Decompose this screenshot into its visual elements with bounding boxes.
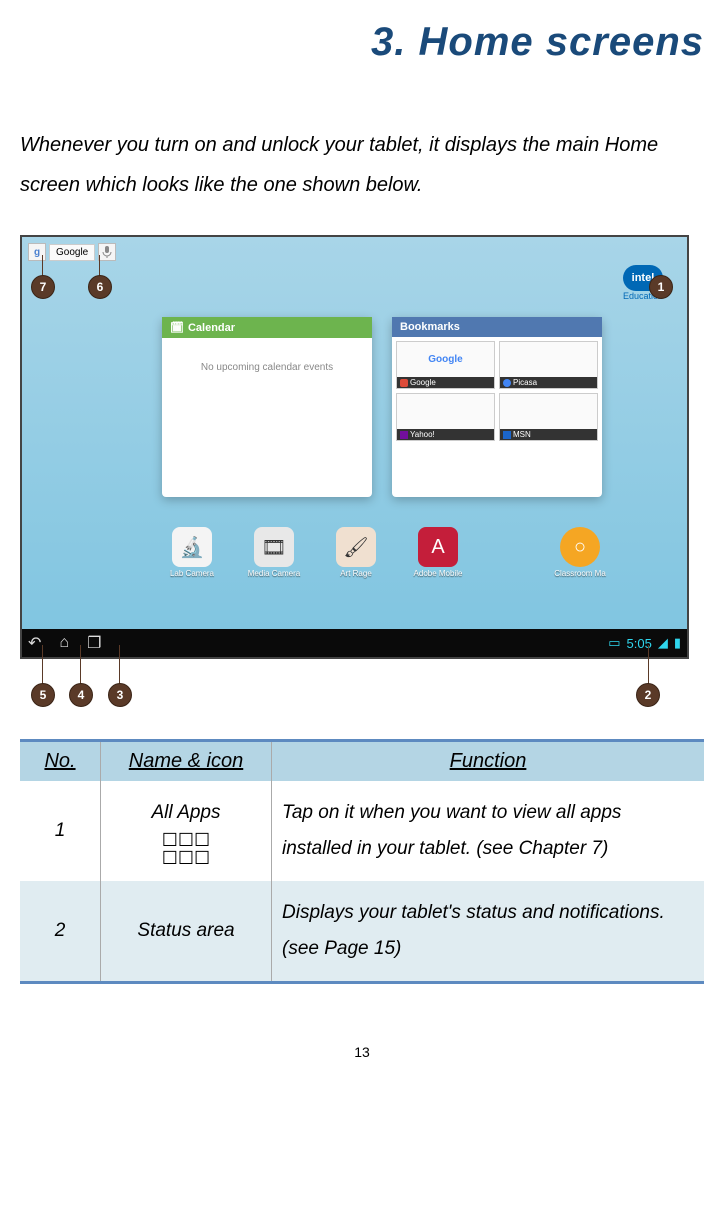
dock-classroom: ○ Classroom Ma: [550, 527, 610, 578]
dock-lab-camera: 🔬 Lab Camera: [162, 527, 222, 578]
page-number: 13: [20, 1044, 704, 1060]
back-icon: ↶: [28, 633, 41, 653]
row2-no: 2: [20, 881, 101, 983]
battery-icon: ▮: [674, 635, 681, 651]
reference-table: No. Name & icon Function 1 All Apps ☐☐☐ …: [20, 739, 704, 984]
calendar-title: Calendar: [188, 322, 235, 334]
table-header-function: Function: [272, 741, 705, 782]
callout-6: 6: [88, 275, 112, 299]
dock-media-camera: 🎞 Media Camera: [244, 527, 304, 578]
wifi-icon: ◢: [658, 635, 668, 651]
google-g-icon: g: [28, 243, 46, 261]
callout-4: 4: [69, 683, 93, 707]
table-row: 1 All Apps ☐☐☐ ☐☐☐ Tap on it when you wa…: [20, 781, 704, 881]
recent-apps-icon: ❐: [87, 633, 101, 653]
row1-no: 1: [20, 781, 101, 881]
row1-func: Tap on it when you want to view all apps…: [272, 781, 705, 881]
calendar-empty-text: No upcoming calendar events: [162, 338, 372, 373]
table-header-name: Name & icon: [101, 741, 272, 782]
table-row: 2 Status area Displays your tablet's sta…: [20, 881, 704, 983]
callout-7: 7: [31, 275, 55, 299]
bookmarks-title: Bookmarks: [392, 317, 602, 337]
calendar-icon: 🗓: [170, 321, 184, 334]
row2-func: Displays your tablet's status and notifi…: [272, 881, 705, 983]
dock-row: 🔬 Lab Camera 🎞 Media Camera 🖌 Art Rage A…: [162, 527, 610, 578]
callout-5: 5: [31, 683, 55, 707]
row1-name: All Apps ☐☐☐ ☐☐☐: [101, 781, 272, 881]
table-header-no: No.: [20, 741, 101, 782]
callout-1: 1: [649, 275, 673, 299]
dock-artrage: 🖌 Art Rage: [326, 527, 386, 578]
bookmark-msn: MSN: [499, 393, 598, 441]
callout-3: 3: [108, 683, 132, 707]
google-search-text: Google: [49, 244, 95, 261]
home-icon: ⌂: [59, 634, 69, 652]
intro-paragraph: Whenever you turn on and unlock your tab…: [20, 125, 704, 205]
bookmark-yahoo: Yahoo!: [396, 393, 495, 441]
status-area: ▭ 5:05 ◢ ▮: [608, 635, 681, 651]
callout-2: 2: [636, 683, 660, 707]
voice-search-icon: [98, 243, 116, 261]
bookmark-picasa: Picasa: [499, 341, 598, 389]
all-apps-icon: ☐☐☐ ☐☐☐: [111, 831, 261, 867]
row2-name: Status area: [101, 881, 272, 983]
nav-bar: ↶ ⌂ ❐ ▭ 5:05 ◢ ▮: [22, 629, 687, 657]
chapter-title: 3. Home screens: [20, 20, 704, 65]
bookmarks-widget: Bookmarks Google Google Picasa Yahoo! MS…: [392, 317, 602, 497]
home-screen-figure: g Google 7 6 intel Education 1 🗓 Calenda…: [20, 235, 689, 659]
calendar-widget: 🗓 Calendar No upcoming calendar events: [162, 317, 372, 497]
bookmark-google: Google Google: [396, 341, 495, 389]
dock-adobe: A Adobe Mobile: [408, 527, 468, 578]
storage-icon: ▭: [608, 635, 620, 651]
